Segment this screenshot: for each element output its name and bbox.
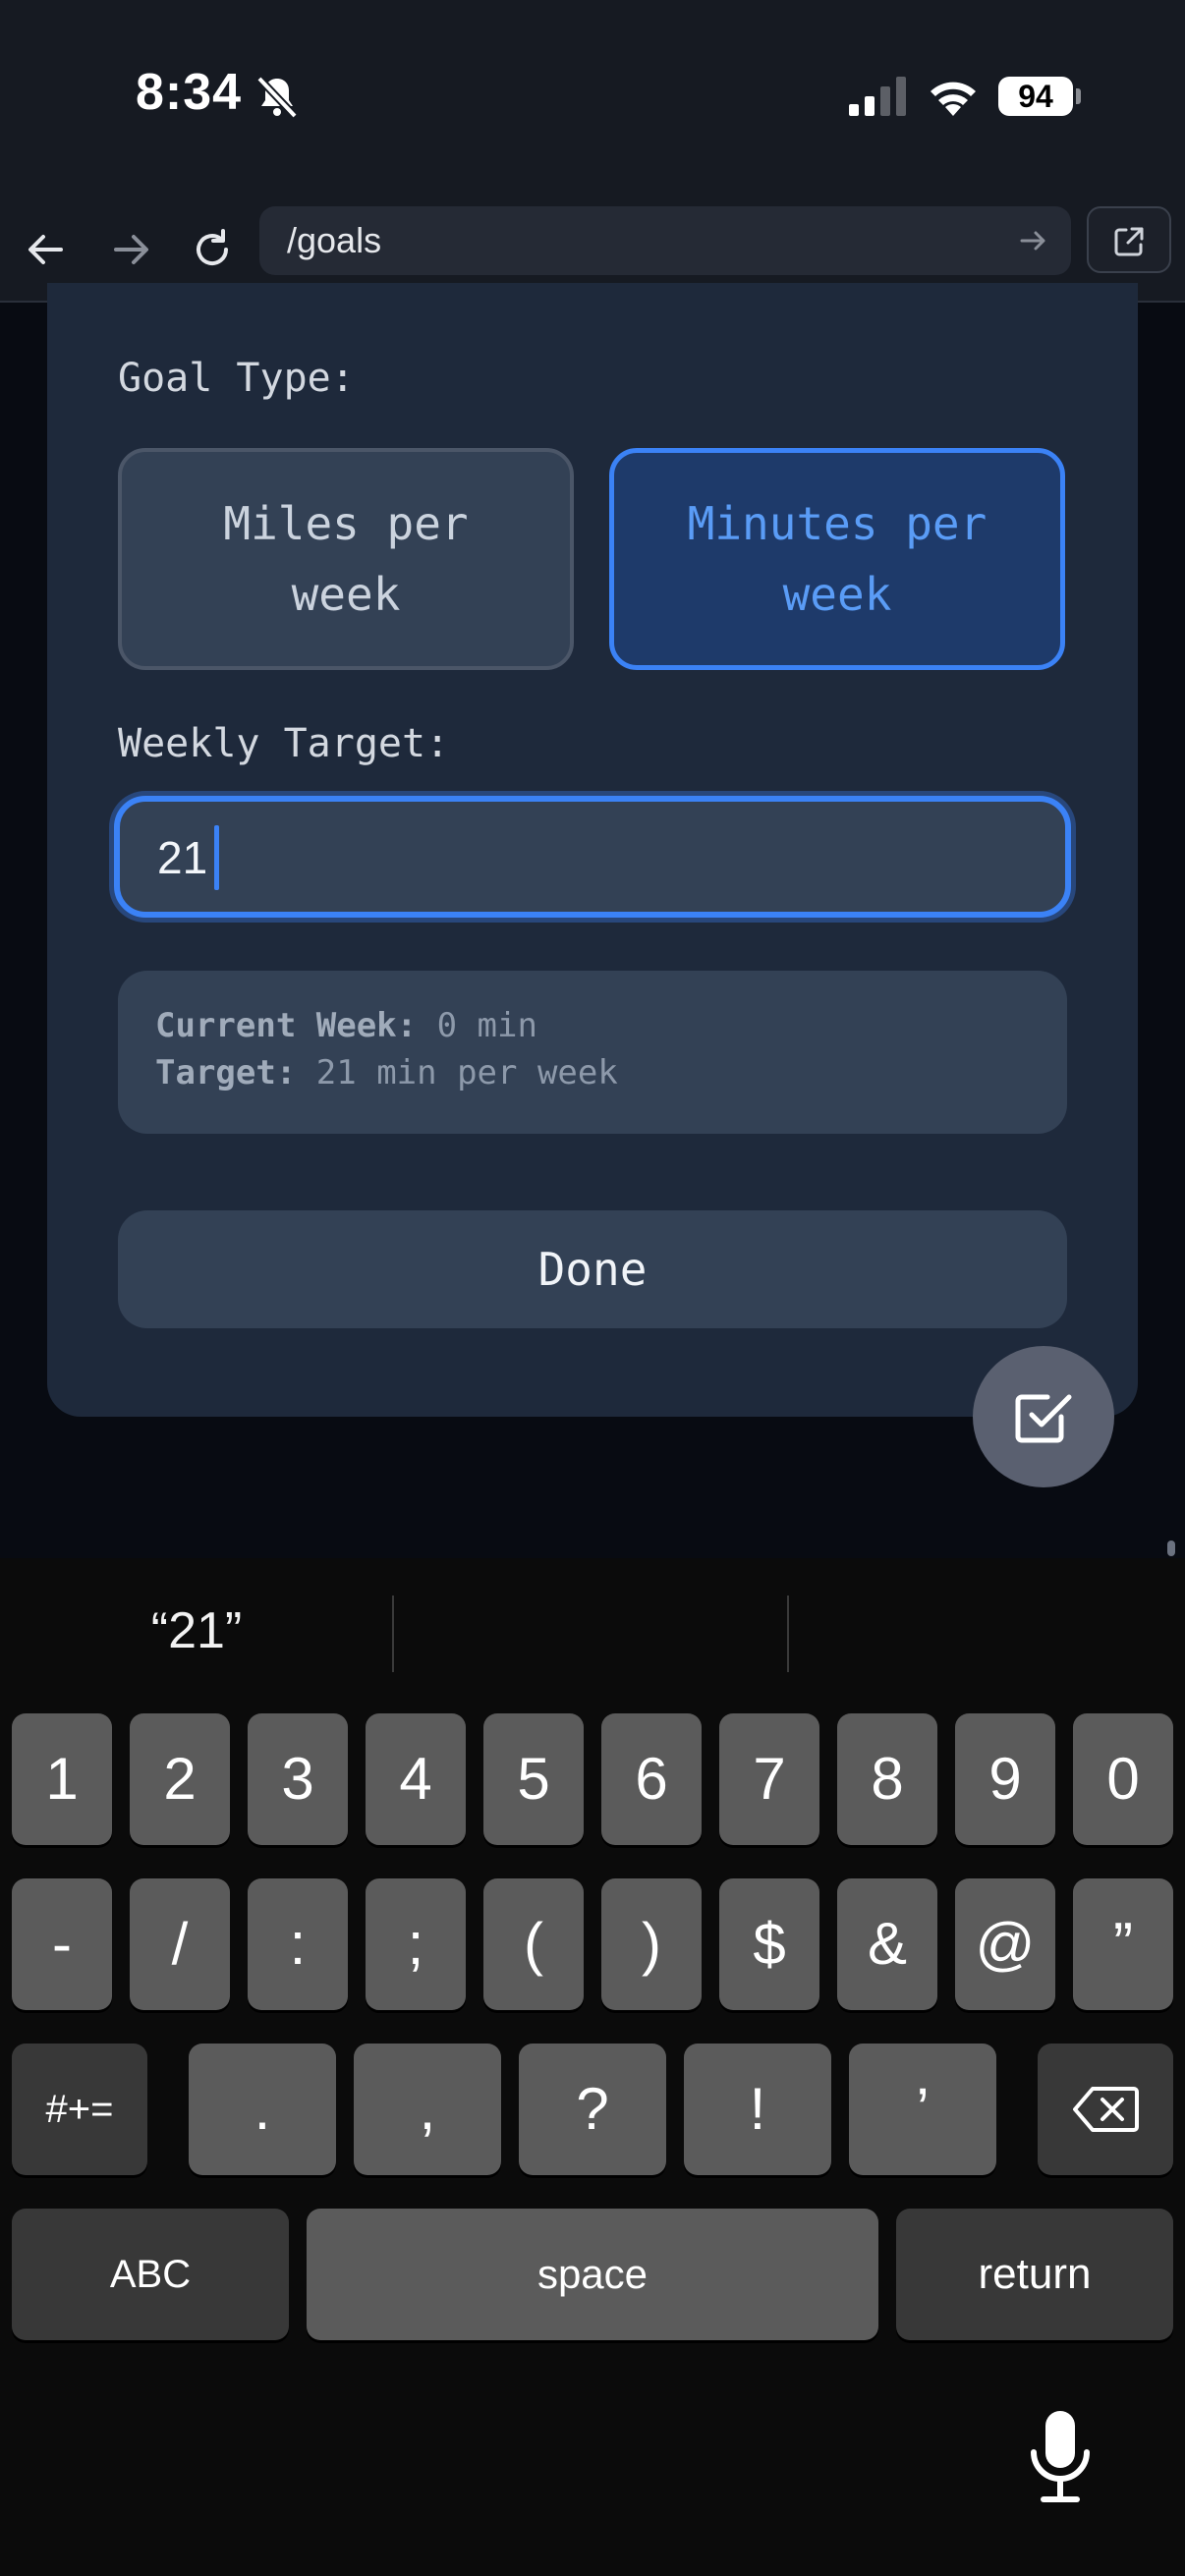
scroll-indicator[interactable] xyxy=(1167,1540,1175,1556)
minutes-per-week-button[interactable]: Minutes per week xyxy=(609,448,1065,670)
key-4[interactable]: 4 xyxy=(366,1713,466,1845)
symbol-key[interactable]: $ xyxy=(719,1878,819,2010)
miles-per-week-button[interactable]: Miles per week xyxy=(118,448,574,670)
wifi-icon xyxy=(931,82,976,116)
symbol-key[interactable]: ) xyxy=(601,1878,702,2010)
key-3[interactable]: 3 xyxy=(248,1713,348,1845)
current-week-line: Current Week: 0 min xyxy=(155,1006,537,1045)
url-field[interactable]: /goals xyxy=(259,206,1071,275)
go-arrow-icon[interactable] xyxy=(1016,223,1051,258)
goal-settings-card: Goal Type: Miles per week Minutes per we… xyxy=(47,283,1138,1417)
delete-key[interactable] xyxy=(1038,2044,1173,2175)
checklist-fab[interactable] xyxy=(973,1346,1114,1487)
more-symbols-key[interactable]: #+= xyxy=(12,2044,147,2175)
weekly-target-input[interactable]: 21 xyxy=(114,796,1071,918)
symbol-key[interactable]: & xyxy=(837,1878,937,2010)
status-bar: 8:34 94 xyxy=(0,0,1185,196)
open-external-button[interactable] xyxy=(1087,206,1171,273)
punctuation-key[interactable]: ’ xyxy=(849,2044,996,2175)
battery-level: 94 xyxy=(998,77,1073,116)
bell-muted-icon xyxy=(256,76,298,119)
miles-option-label: Miles per week xyxy=(223,497,469,621)
key-2[interactable]: 2 xyxy=(130,1713,230,1845)
current-week-value: 0 min xyxy=(436,1006,537,1045)
symbol-key[interactable]: : xyxy=(248,1878,348,2010)
key-1[interactable]: 1 xyxy=(12,1713,112,1845)
cellular-signal-icon xyxy=(849,77,906,116)
symbol-key[interactable]: @ xyxy=(955,1878,1055,2010)
checkbox-check-icon xyxy=(1015,1394,1072,1443)
minutes-option-label: Minutes per week xyxy=(687,497,988,621)
weekly-target-label: Weekly Target: xyxy=(118,721,450,766)
microphone-icon[interactable] xyxy=(1026,2411,1095,2505)
target-summary-value: 21 min per week xyxy=(315,1053,618,1092)
battery-indicator: 94 xyxy=(998,77,1081,116)
text-caret xyxy=(214,825,219,890)
space-key[interactable]: space xyxy=(307,2209,878,2340)
key-8[interactable]: 8 xyxy=(837,1713,937,1845)
keyboard: “21” ABC space return 1 -2 /3:4; 5 (6) 7 $8 & 9 @… xyxy=(0,1558,1185,2576)
target-summary-label: Target: xyxy=(155,1053,297,1092)
autocomplete-suggestion[interactable]: “21” xyxy=(0,1601,393,1660)
key-7[interactable]: 7 xyxy=(719,1713,819,1845)
punctuation-key[interactable]: . xyxy=(189,2044,336,2175)
goal-summary: Current Week: 0 min Target: 21 min per w… xyxy=(118,971,1067,1134)
symbol-key[interactable]: / xyxy=(130,1878,230,2010)
goal-type-label: Goal Type: xyxy=(118,356,355,401)
symbol-key[interactable]: ( xyxy=(483,1878,584,2010)
symbol-key[interactable]: - xyxy=(12,1878,112,2010)
key-0[interactable]: 0 xyxy=(1073,1713,1173,1845)
status-time: 8:34 xyxy=(136,64,243,121)
url-text: /goals xyxy=(287,220,382,260)
forward-arrow-icon[interactable] xyxy=(100,220,159,279)
symbol-key[interactable]: ; xyxy=(366,1878,466,2010)
symbol-key[interactable]: ” xyxy=(1073,1878,1173,2010)
target-line: Target: 21 min per week xyxy=(155,1053,618,1092)
key-5[interactable]: 5 xyxy=(483,1713,584,1845)
backspace-icon xyxy=(1073,2087,1139,2132)
weekly-target-value: 21 xyxy=(157,832,208,883)
return-key[interactable]: return xyxy=(896,2209,1173,2340)
punctuation-key[interactable]: ! xyxy=(684,2044,831,2175)
battery-cap xyxy=(1076,88,1081,104)
reload-icon[interactable] xyxy=(183,220,242,279)
punctuation-key[interactable]: ? xyxy=(519,2044,666,2175)
back-arrow-icon[interactable] xyxy=(18,220,77,279)
suggestion-divider xyxy=(392,1596,394,1672)
external-link-icon xyxy=(1114,227,1144,256)
key-6[interactable]: 6 xyxy=(601,1713,702,1845)
done-button[interactable]: Done xyxy=(118,1210,1067,1328)
key-9[interactable]: 9 xyxy=(955,1713,1055,1845)
suggestion-divider xyxy=(787,1596,789,1672)
punctuation-key[interactable]: , xyxy=(354,2044,501,2175)
current-week-label: Current Week: xyxy=(155,1006,418,1045)
abc-key[interactable]: ABC xyxy=(12,2209,289,2340)
page-content: Goal Type: Miles per week Minutes per we… xyxy=(0,283,1185,1558)
